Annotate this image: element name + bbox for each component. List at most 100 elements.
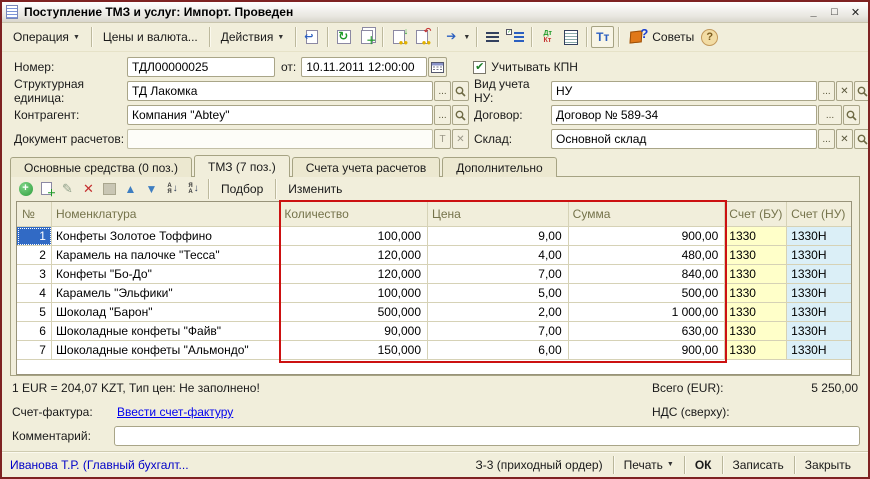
warehouse-input[interactable]: Основной склад	[551, 129, 817, 149]
cell[interactable]: Карамель "Эльфики"	[52, 284, 280, 303]
pick-button[interactable]: Подбор	[213, 180, 271, 198]
warehouse-search-button[interactable]	[854, 129, 870, 149]
calendar-button[interactable]	[428, 57, 447, 77]
cell[interactable]: 1330	[725, 265, 787, 284]
col-account-nu[interactable]: Счет (НУ)	[787, 202, 851, 227]
cell[interactable]: 7,00	[428, 322, 569, 341]
table-row[interactable]: 2Карамель на палочке "Тесса"120,0004,004…	[17, 246, 851, 265]
cell[interactable]: 100,000	[280, 284, 428, 303]
tab-settlement-accounts[interactable]: Счета учета расчетов	[292, 157, 440, 177]
structural-unit-search-button[interactable]	[452, 81, 469, 101]
move-down-icon[interactable]: ▼	[141, 179, 162, 198]
cell[interactable]: 500,000	[280, 303, 428, 322]
cell[interactable]: 1330	[725, 341, 787, 360]
cell[interactable]: Конфеты Золотое Тоффино	[52, 227, 280, 246]
cell[interactable]: 480,00	[569, 246, 726, 265]
sort-asc-icon[interactable]: АЯ↓	[162, 179, 183, 198]
settlement-document-input[interactable]	[127, 129, 433, 149]
add-row-icon[interactable]: +	[15, 179, 36, 198]
settlement-document-text-button[interactable]: Т	[434, 129, 451, 149]
warehouse-select-button[interactable]: ...	[818, 129, 835, 149]
counterparty-select-button[interactable]: ...	[434, 105, 451, 125]
rows-icon[interactable]	[481, 26, 504, 48]
table-row[interactable]: 4Карамель "Эльфики"100,0005,00500,001330…	[17, 284, 851, 303]
operation-button[interactable]: Операция▼	[6, 27, 87, 47]
cell[interactable]: 1330Н	[787, 265, 851, 284]
save-button[interactable]: Записать	[724, 455, 793, 475]
cell[interactable]: 90,000	[280, 322, 428, 341]
cell[interactable]: 630,00	[569, 322, 726, 341]
col-price[interactable]: Цена	[428, 202, 569, 227]
cell[interactable]: 1330Н	[787, 227, 851, 246]
invoice-link[interactable]: Ввести счет-фактуру	[117, 405, 233, 419]
cell[interactable]: 840,00	[569, 265, 726, 284]
dtkt-icon[interactable]: ДтКт	[536, 26, 559, 48]
close-button[interactable]: ✕	[847, 5, 864, 20]
cell[interactable]: Шоколад "Барон"	[52, 303, 280, 322]
change-button[interactable]: Изменить	[280, 180, 350, 198]
goto-icon[interactable]: ➔▼	[442, 26, 472, 48]
comment-input[interactable]	[114, 426, 860, 446]
table-row[interactable]: 5Шоколад "Барон"500,0002,001 000,0013301…	[17, 303, 851, 322]
close-form-button[interactable]: Закрыть	[796, 455, 860, 475]
cell[interactable]: 1330	[725, 322, 787, 341]
cell[interactable]: 2,00	[428, 303, 569, 322]
cell[interactable]: 1330	[725, 284, 787, 303]
edit-row-icon[interactable]: ✎	[57, 179, 78, 198]
nu-account-type-select-button[interactable]: ...	[818, 81, 835, 101]
cell[interactable]: 7	[17, 341, 52, 360]
move-up-icon[interactable]: ▲	[120, 179, 141, 198]
cell[interactable]: 5,00	[428, 284, 569, 303]
col-number[interactable]: №	[17, 202, 52, 227]
cell[interactable]: 900,00	[569, 227, 726, 246]
structural-unit-select-button[interactable]: ...	[434, 81, 451, 101]
cell[interactable]: 1330	[725, 303, 787, 322]
cell[interactable]: 6,00	[428, 341, 569, 360]
cell[interactable]: 9,00	[428, 227, 569, 246]
cell[interactable]: 6	[17, 322, 52, 341]
cell[interactable]: 4,00	[428, 246, 569, 265]
marked-rows-icon[interactable]: ✓	[504, 26, 527, 48]
tab-additional[interactable]: Дополнительно	[442, 157, 556, 177]
cell[interactable]: 1330Н	[787, 341, 851, 360]
structural-unit-input[interactable]: ТД Лакомка	[127, 81, 433, 101]
cell[interactable]: 7,00	[428, 265, 569, 284]
cell[interactable]: 100,000	[280, 227, 428, 246]
cell[interactable]: 1330Н	[787, 322, 851, 341]
advice-button[interactable]: ? Советы	[623, 25, 701, 49]
counterparty-search-button[interactable]	[452, 105, 469, 125]
cell[interactable]: Шоколадные конфеты "Альмондо"	[52, 341, 280, 360]
reread-icon[interactable]: ↩	[300, 26, 323, 48]
number-input[interactable]: ТДЛ00000025	[127, 57, 275, 77]
col-sum[interactable]: Сумма	[569, 202, 726, 227]
cell[interactable]: 5	[17, 303, 52, 322]
copy-add-icon[interactable]: ＋	[355, 26, 378, 48]
cell[interactable]: 2	[17, 246, 52, 265]
delete-row-icon[interactable]: ✕	[78, 179, 99, 198]
actions-button[interactable]: Действия▼	[214, 27, 292, 47]
counterparty-input[interactable]: Компания "Abtey"	[127, 105, 433, 125]
post-icon[interactable]: ↓●●	[387, 26, 410, 48]
cell[interactable]: 1 000,00	[569, 303, 726, 322]
nu-account-type-clear-button[interactable]: ✕	[836, 81, 853, 101]
tab-fixed-assets[interactable]: Основные средства (0 поз.)	[10, 157, 192, 177]
col-account-bu[interactable]: Счет (БУ)	[725, 202, 787, 227]
col-quantity[interactable]: Количество	[280, 202, 428, 227]
nu-account-type-input[interactable]: НУ	[551, 81, 817, 101]
cell[interactable]: 900,00	[569, 341, 726, 360]
cell[interactable]: 500,00	[569, 284, 726, 303]
order-button[interactable]: З-3 (приходный ордер)	[466, 455, 611, 475]
cell[interactable]: 1	[17, 227, 52, 246]
warehouse-clear-button[interactable]: ✕	[836, 129, 853, 149]
print-button[interactable]: Печать▼	[615, 455, 683, 475]
cell[interactable]: 1330	[725, 246, 787, 265]
nu-account-type-search-button[interactable]	[854, 81, 870, 101]
ok-button[interactable]: ОК	[686, 455, 721, 475]
contract-input[interactable]: Договор № 589-34	[551, 105, 817, 125]
cell[interactable]: 1330Н	[787, 246, 851, 265]
copy-row-icon[interactable]: ＋	[36, 179, 57, 198]
minimize-button[interactable]: _	[805, 5, 822, 20]
cell[interactable]: Шоколадные конфеты "Файв"	[52, 322, 280, 341]
help-icon[interactable]: ?	[701, 29, 718, 46]
date-input[interactable]: 10.11.2011 12:00:00	[301, 57, 427, 77]
